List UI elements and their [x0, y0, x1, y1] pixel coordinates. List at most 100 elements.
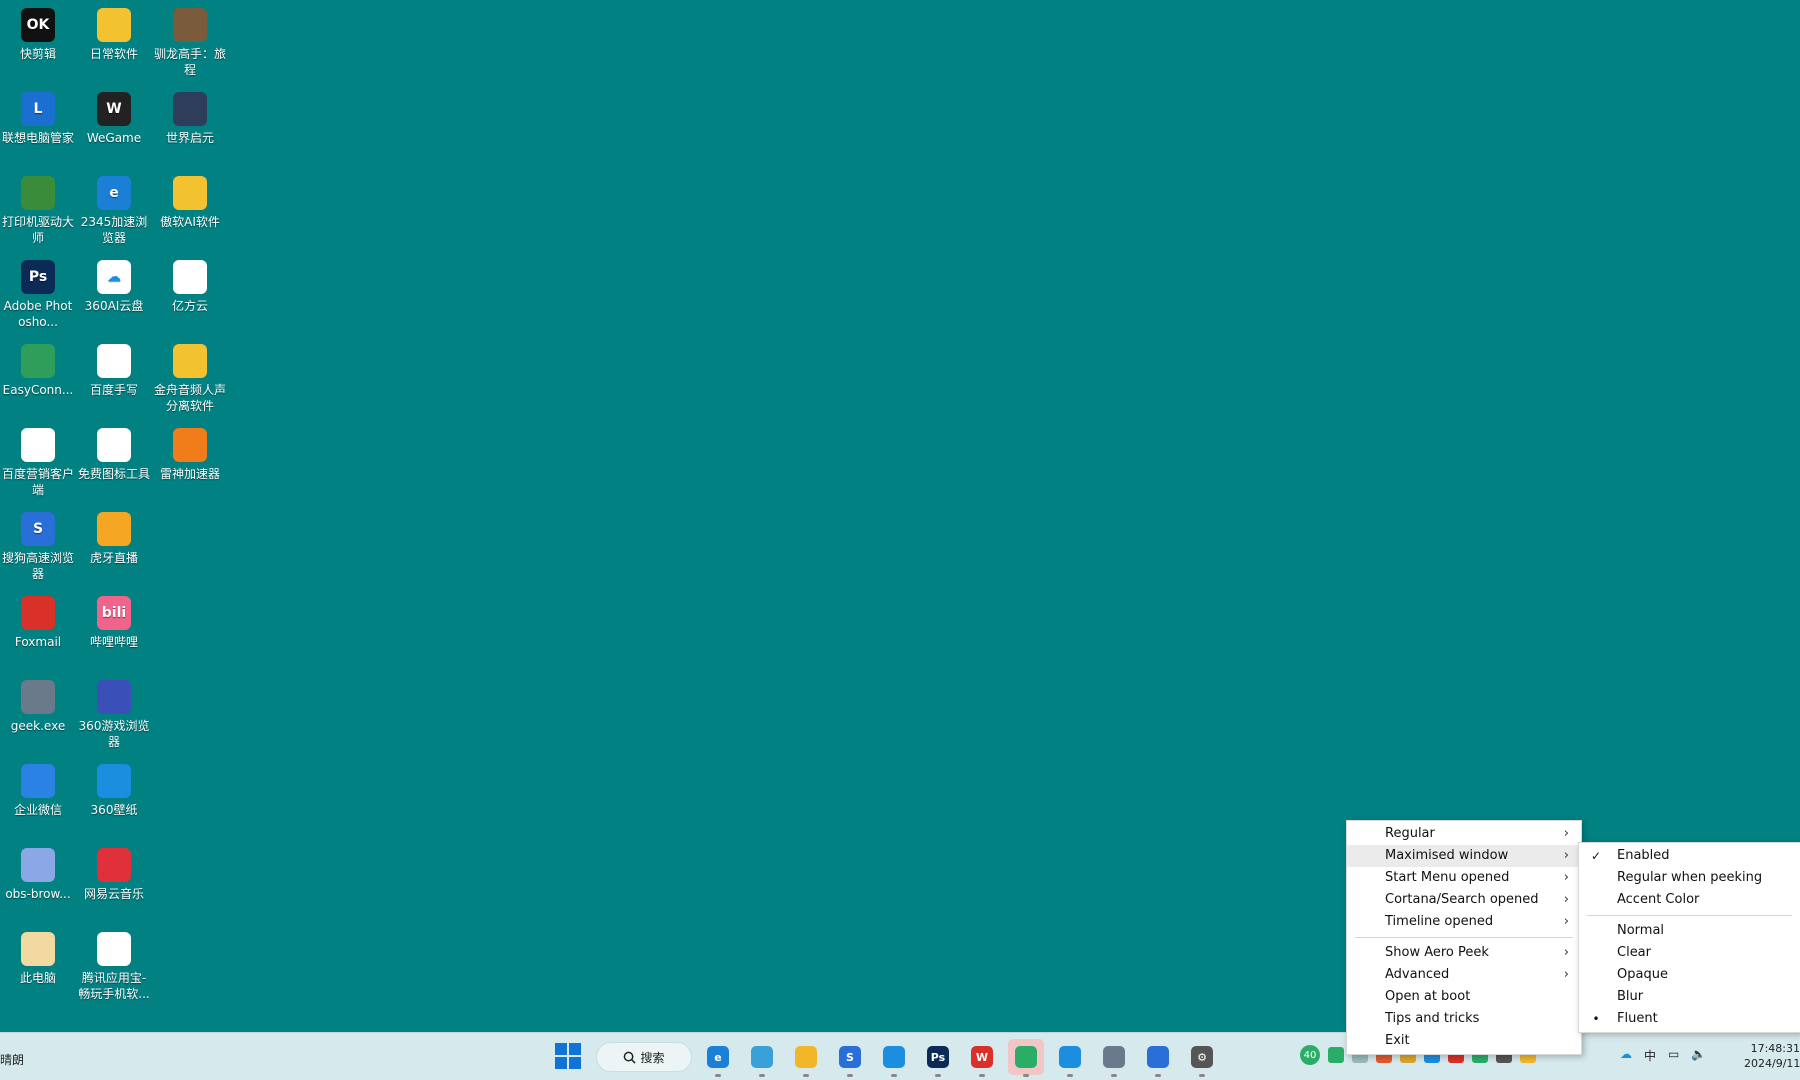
search-label: 搜索 [640, 1050, 665, 1065]
wechat-icon [1015, 1046, 1037, 1068]
desktop-icon[interactable]: 打印机驱动大师 [0, 172, 76, 256]
notepad-icon [751, 1046, 773, 1068]
taskbar-app-qq-browser[interactable] [1052, 1039, 1088, 1077]
menu-item-regular[interactable]: Regular › [1347, 823, 1581, 845]
submenu-item-label: Enabled [1617, 848, 1670, 863]
taskbar-apps: e S Ps W ⚙ [700, 1039, 1220, 1077]
taskbar-app-wechat[interactable] [1008, 1039, 1044, 1077]
sogou-icon: S [839, 1046, 861, 1068]
chevron-right-icon: › [1563, 826, 1569, 841]
desktop-icon-label: 雷神加速器 [159, 467, 220, 481]
menu-separator [1355, 937, 1573, 938]
taskbar-app-app-store[interactable] [876, 1039, 912, 1077]
desktop-icon-label: 腾讯应用宝-畅玩手机软... [78, 971, 150, 1001]
desktop-icon-label: 360AI云盘 [84, 299, 144, 313]
taskbar-app-file-explorer[interactable] [788, 1039, 824, 1077]
desktop-icon[interactable]: 傲软AI软件 [152, 172, 228, 256]
printer-icon [21, 176, 55, 210]
menu-item-label: Tips and tricks [1385, 1011, 1480, 1026]
submenu-item-accent-color[interactable]: Accent Color [1579, 889, 1800, 911]
desktop-icon[interactable]: 雷神加速器 [152, 424, 228, 508]
desktop-icon[interactable]: 虎牙直播 [76, 508, 152, 592]
taskbar-app-sogou-input[interactable] [1140, 1039, 1176, 1077]
taskbar-app-settings[interactable]: ⚙ [1184, 1039, 1220, 1077]
submenu-item-normal[interactable]: Normal [1579, 920, 1800, 942]
submenu-maximised-window: ✓ Enabled Regular when peeking Accent Color… [1578, 842, 1800, 1033]
desktop-icon[interactable]: e 2345加速浏览器 [76, 172, 152, 256]
windows-logo-icon [555, 1043, 567, 1055]
menu-item-timeline-opened[interactable]: Timeline opened › [1347, 911, 1581, 933]
clock-time: 17:48:31 [1750, 1042, 1800, 1055]
search-button[interactable]: 搜索 [596, 1042, 692, 1072]
folder-icon [97, 8, 131, 42]
menu-item-cortana-search-opened[interactable]: Cortana/Search opened › [1347, 889, 1581, 911]
desktop-icon-label: WeGame [86, 131, 142, 145]
chevron-right-icon: › [1563, 848, 1569, 863]
desktop-icon[interactable]: Foxmail [0, 592, 76, 676]
desktop-icon[interactable]: ☁ 360AI云盘 [76, 256, 152, 340]
desktop-icon-label: 搜狗高速浏览器 [1, 551, 74, 581]
weather-widget[interactable]: 晴朗 [0, 1051, 24, 1068]
menu-item-show-aero-peek[interactable]: Show Aero Peek › [1347, 942, 1581, 964]
volume-icon[interactable]: 🔈 [1691, 1047, 1706, 1064]
ime-indicator[interactable]: 中 [1644, 1047, 1656, 1064]
desktop-icon[interactable]: W WeGame [76, 88, 152, 172]
taskbar-app-photoshop[interactable]: Ps [920, 1039, 956, 1077]
desktop-icon[interactable]: bili 哔哩哔哩 [76, 592, 152, 676]
start-button[interactable] [555, 1043, 583, 1071]
submenu-item-blur[interactable]: Blur [1579, 986, 1800, 1008]
taskbar-app-sogou[interactable]: S [832, 1039, 868, 1077]
desktop-icon[interactable]: 网易云音乐 [76, 844, 152, 928]
desktop-icon[interactable]: 360游戏浏览器 [76, 676, 152, 760]
desktop-icon[interactable]: S 搜狗高速浏览器 [0, 508, 76, 592]
desktop-icon[interactable]: OK 快剪辑 [0, 4, 76, 88]
desktop-icon[interactable]: 腾讯应用宝-畅玩手机软... [76, 928, 152, 1012]
network-icon[interactable]: ▭ [1668, 1047, 1679, 1064]
desktop-empty-slot [152, 676, 228, 760]
submenu-item-label: Normal [1617, 923, 1665, 938]
submenu-item-clear[interactable]: Clear [1579, 942, 1800, 964]
submenu-item-enabled[interactable]: ✓ Enabled [1579, 845, 1800, 867]
taskbar-app-edge[interactable]: e [700, 1039, 736, 1077]
menu-item-maximised-window[interactable]: Maximised window › [1347, 845, 1581, 867]
menu-item-start-menu-opened[interactable]: Start Menu opened › [1347, 867, 1581, 889]
desktop-icon[interactable]: 金舟音频人声分离软件 [152, 340, 228, 424]
desktop-icon[interactable]: 百度手写 [76, 340, 152, 424]
submenu-item-regular-when-peeking[interactable]: Regular when peeking [1579, 867, 1800, 889]
desktop-icon[interactable]: 亿方云 [152, 256, 228, 340]
menu-item-exit[interactable]: Exit [1347, 1030, 1581, 1052]
menu-item-label: Cortana/Search opened [1385, 892, 1539, 907]
clock[interactable]: 17:48:31 2024/9/11 [1744, 1041, 1800, 1071]
desktop-icon[interactable]: 免费图标工具 [76, 424, 152, 508]
desktop-icon[interactable]: 360壁纸 [76, 760, 152, 844]
running-indicator [979, 1074, 985, 1077]
tray-badge[interactable]: 40 [1300, 1045, 1320, 1065]
menu-item-open-at-boot[interactable]: Open at boot [1347, 986, 1581, 1008]
taskbar-app-geek[interactable] [1096, 1039, 1132, 1077]
desktop-icon[interactable]: EasyConn... [0, 340, 76, 424]
desktop-icon[interactable]: L 联想电脑管家 [0, 88, 76, 172]
menu-item-tips-and-tricks[interactable]: Tips and tricks [1347, 1008, 1581, 1030]
desktop-icon[interactable]: 驯龙高手：旅程 [152, 4, 228, 88]
submenu-item-opaque[interactable]: Opaque [1579, 964, 1800, 986]
desktop-icon-label: 世界启元 [165, 131, 214, 145]
cloud-drive-icon: ☁ [97, 260, 131, 294]
desktop-icon[interactable]: 百度营销客户端 [0, 424, 76, 508]
desktop-icon[interactable]: 日常软件 [76, 4, 152, 88]
this-pc-icon [21, 932, 55, 966]
tray-app-icon[interactable] [1328, 1047, 1344, 1063]
taskbar-app-notepad[interactable] [744, 1039, 780, 1077]
chevron-right-icon: › [1563, 967, 1569, 982]
desktop-icon[interactable]: 企业微信 [0, 760, 76, 844]
taskbar-app-wps[interactable]: W [964, 1039, 1000, 1077]
menu-item-advanced[interactable]: Advanced › [1347, 964, 1581, 986]
desktop-empty-slot [152, 592, 228, 676]
desktop-icon-label: 百度营销客户端 [1, 467, 74, 497]
desktop-icon[interactable]: 世界启元 [152, 88, 228, 172]
desktop-icon[interactable]: geek.exe [0, 676, 76, 760]
onedrive-icon[interactable]: ☁ [1620, 1047, 1632, 1064]
desktop-icon[interactable]: 此电脑 [0, 928, 76, 1012]
submenu-item-fluent[interactable]: • Fluent [1579, 1008, 1800, 1030]
desktop-icon[interactable]: Ps Adobe Photosho... [0, 256, 76, 340]
desktop-icon[interactable]: obs-brow... [0, 844, 76, 928]
